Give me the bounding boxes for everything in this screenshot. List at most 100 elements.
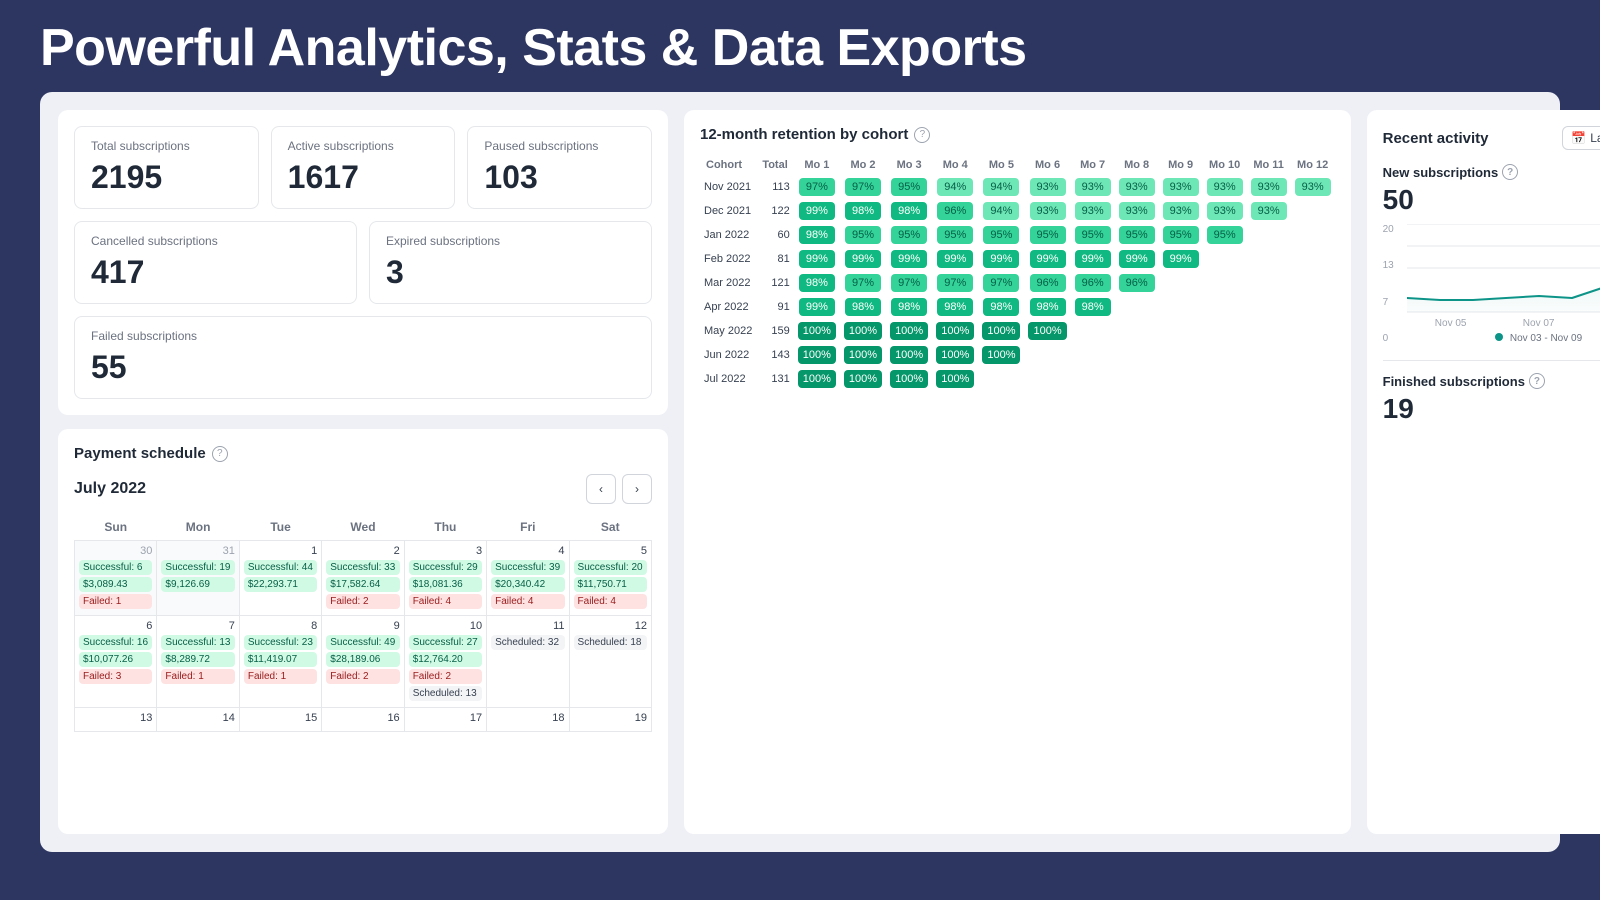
cohort-cell-mo12: [1291, 367, 1335, 391]
cancelled-value: 417: [91, 254, 340, 291]
cohort-cell-mo6: 100%: [1024, 319, 1070, 343]
cohort-header-total: Total: [756, 155, 793, 175]
calendar-day-cell: 9Successful: 49$28,189.06Failed: 2: [322, 616, 404, 708]
cohort-header-mo7: Mo 7: [1071, 155, 1115, 175]
left-panel: Total subscriptions 2195 Active subscrip…: [58, 110, 668, 834]
cohort-cell-mo12: [1291, 343, 1335, 367]
cohort-row-cohort: Feb 2022: [700, 247, 756, 271]
cohort-cell-mo4: 100%: [932, 367, 978, 391]
filter-label: Last 7 days: [1590, 131, 1600, 145]
cohort-header-mo10: Mo 10: [1203, 155, 1247, 175]
cohort-cell-mo7: 99%: [1071, 247, 1115, 271]
cohort-cell-mo2: 100%: [840, 367, 886, 391]
calendar-day-cell: 5Successful: 20$11,750.71Failed: 4: [569, 541, 651, 616]
cohort-cell-mo2: 100%: [840, 319, 886, 343]
cohort-title-row: 12-month retention by cohort ?: [700, 126, 1335, 143]
cohort-header-mo1: Mo 1: [794, 155, 840, 175]
cohort-cell-mo8: [1115, 295, 1159, 319]
calendar-scheduled-badge: Scheduled: 18: [574, 635, 647, 650]
calendar-success-badge: $18,081.36: [409, 577, 482, 592]
cohort-header-mo3: Mo 3: [886, 155, 932, 175]
calendar-day-number: 6: [79, 620, 152, 632]
cohort-cell-mo11: 93%: [1247, 199, 1291, 223]
calendar-success-badge: $28,189.06: [326, 652, 399, 667]
cohort-cell-mo1: 99%: [794, 295, 840, 319]
cohort-cell-mo4: 96%: [932, 199, 978, 223]
finished-subs-title: Finished subscriptions: [1383, 374, 1525, 389]
cohort-cell-mo12: [1291, 271, 1335, 295]
cohort-row-total: 143: [756, 343, 793, 367]
calendar-success-badge: Successful: 6: [79, 560, 152, 575]
cancelled-label: Cancelled subscriptions: [91, 234, 340, 248]
cohort-help-icon[interactable]: ?: [914, 127, 930, 143]
cohort-cell-mo7: [1071, 319, 1115, 343]
calendar-day-cell: 31Successful: 19$9,126.69: [157, 541, 239, 616]
cohort-cell-mo9: [1159, 367, 1203, 391]
cohort-row-cohort: Jul 2022: [700, 367, 756, 391]
calendar-day-number: 19: [574, 712, 647, 724]
calendar-body: 30Successful: 6$3,089.43Failed: 131Succe…: [75, 541, 652, 732]
total-value: 2195: [91, 159, 242, 196]
total-label: Total subscriptions: [91, 139, 242, 153]
calendar-header-wed: Wed: [322, 514, 404, 541]
cohort-cell-mo4: 97%: [932, 271, 978, 295]
new-subs-help-icon[interactable]: ?: [1502, 164, 1518, 180]
cohort-cell-mo4: 95%: [932, 223, 978, 247]
calendar-success-badge: $11,419.07: [244, 652, 317, 667]
chart-container: 20 13 7 0: [1383, 224, 1600, 344]
paused-subscriptions-card: Paused subscriptions 103: [467, 126, 652, 209]
cohort-cell-mo11: [1247, 367, 1291, 391]
page-title: Powerful Analytics, Stats & Data Exports: [40, 18, 1560, 78]
calendar-day-cell: 1Successful: 44$22,293.71: [239, 541, 321, 616]
payment-help-icon[interactable]: ?: [212, 446, 228, 462]
calendar-success-badge: Successful: 29: [409, 560, 482, 575]
cohort-row-cohort: Mar 2022: [700, 271, 756, 295]
activity-chart: [1407, 224, 1600, 314]
calendar-day-number: 15: [244, 712, 317, 724]
finished-subs-help-icon[interactable]: ?: [1529, 373, 1545, 389]
cohort-cell-mo8: 93%: [1115, 175, 1159, 199]
cohort-header-mo9: Mo 9: [1159, 155, 1203, 175]
calendar-day-number: 30: [79, 545, 152, 557]
cohort-header-mo12: Mo 12: [1291, 155, 1335, 175]
cohort-header-mo6: Mo 6: [1024, 155, 1070, 175]
calendar-day-cell: 7Successful: 13$8,289.72Failed: 1: [157, 616, 239, 708]
calendar-success-badge: Successful: 39: [491, 560, 564, 575]
date-filter-button[interactable]: 📅 Last 7 days ▾: [1562, 126, 1600, 150]
cohort-cell-mo10: [1203, 367, 1247, 391]
cohort-cell-mo3: 100%: [886, 343, 932, 367]
cohort-cell-mo5: [978, 367, 1024, 391]
calendar-day-cell: 2Successful: 33$17,582.64Failed: 2: [322, 541, 404, 616]
cohort-cell-mo1: 98%: [794, 271, 840, 295]
calendar-prev-button[interactable]: ‹: [586, 474, 616, 504]
cohort-cell-mo9: 93%: [1159, 175, 1203, 199]
cohort-cell-mo11: 93%: [1247, 175, 1291, 199]
cohort-cell-mo2: 97%: [840, 175, 886, 199]
cohort-row-total: 122: [756, 199, 793, 223]
total-subscriptions-card: Total subscriptions 2195: [74, 126, 259, 209]
calendar-success-badge: Successful: 19: [161, 560, 234, 575]
paused-label: Paused subscriptions: [484, 139, 635, 153]
cohort-table: CohortTotalMo 1Mo 2Mo 3Mo 4Mo 5Mo 6Mo 7M…: [700, 155, 1335, 391]
new-subs-header-row: New subscriptions ? Last 7 days: [1383, 164, 1600, 180]
calendar-header-tue: Tue: [239, 514, 321, 541]
legend-dot: [1495, 333, 1503, 341]
cohort-cell-mo2: 100%: [840, 343, 886, 367]
cohort-row-total: 91: [756, 295, 793, 319]
new-subs-title-group: New subscriptions ?: [1383, 164, 1519, 180]
cohort-cell-mo5: 98%: [978, 295, 1024, 319]
calendar-day-number: 17: [409, 712, 482, 724]
cohort-row-total: 60: [756, 223, 793, 247]
cohort-cell-mo12: 93%: [1291, 175, 1335, 199]
cohort-cell-mo7: 98%: [1071, 295, 1115, 319]
calendar-next-button[interactable]: ›: [622, 474, 652, 504]
cohort-row: Dec 202112299%98%98%96%94%93%93%93%93%93…: [700, 199, 1335, 223]
calendar-day-number: 3: [409, 545, 482, 557]
stats-row-3: Failed subscriptions 55: [74, 316, 652, 399]
cohort-cell-mo5: 95%: [978, 223, 1024, 247]
calendar-success-badge: $10,077.26: [79, 652, 152, 667]
calendar-success-badge: Successful: 13: [161, 635, 234, 650]
calendar-day-number: 14: [161, 712, 234, 724]
cohort-cell-mo8: [1115, 367, 1159, 391]
chart-legend: Nov 03 - Nov 09: [1407, 333, 1600, 344]
